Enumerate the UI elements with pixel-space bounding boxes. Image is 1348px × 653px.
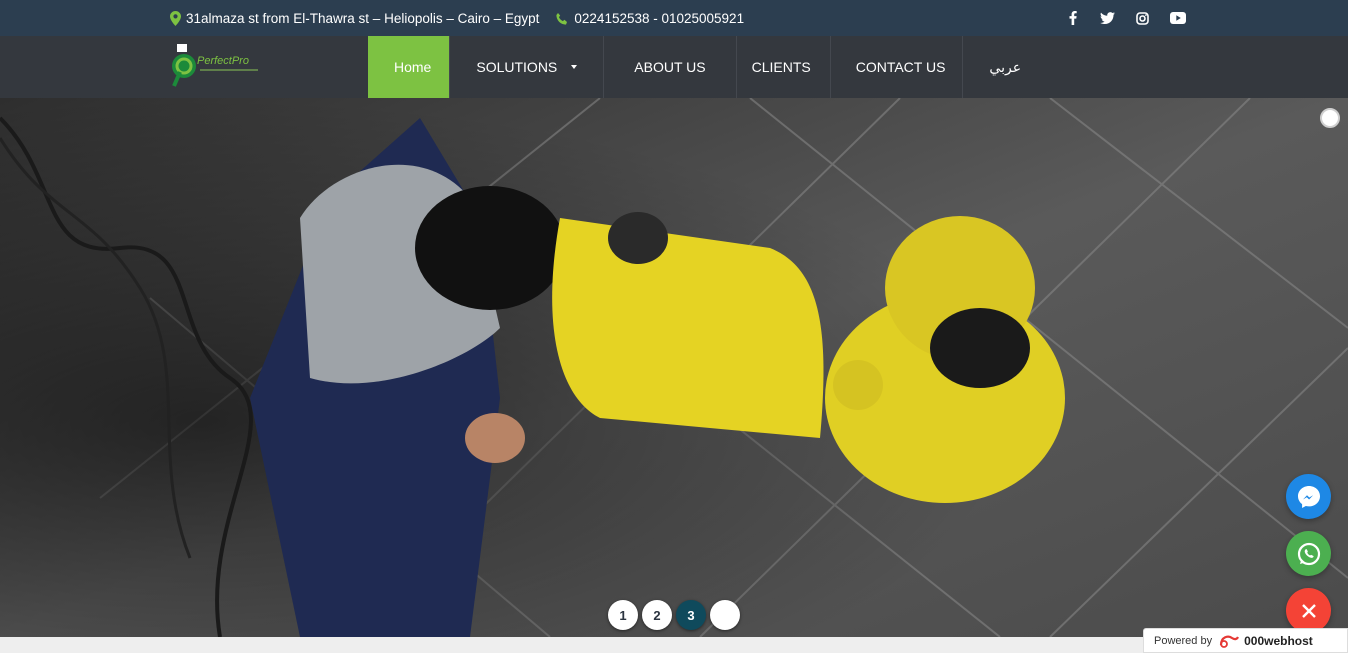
nav-home-label: Home	[394, 59, 432, 75]
nav-about-label: ABOUT US	[634, 59, 706, 75]
powered-by-label: Powered by	[1154, 634, 1213, 647]
main-navbar: PerfectPro Home SOLUTIONS ABOUT US CLIEN…	[0, 36, 1348, 98]
slide-dot-4[interactable]	[710, 600, 740, 630]
whatsapp-icon	[1297, 542, 1320, 565]
whatsapp-button[interactable]	[1286, 531, 1331, 576]
caret-down-icon	[571, 65, 578, 69]
nav-clients-label: CLIENTS	[751, 59, 811, 75]
slider-pagination: 1 2 3	[608, 600, 740, 630]
page-bottom-strip	[0, 637, 1143, 653]
svg-text:PerfectPro: PerfectPro	[197, 55, 249, 67]
nav-contact-us[interactable]: CONTACT US	[831, 36, 964, 98]
address-text: 31almaza st from El-Thawra st – Heliopol…	[186, 11, 540, 26]
floor-cleaning-photo	[0, 98, 1348, 637]
social-links	[1055, 10, 1195, 26]
close-icon	[1301, 603, 1316, 618]
slide-dot-1[interactable]: 1	[608, 600, 638, 630]
nav-arabic-label: عربي	[989, 58, 1022, 75]
address-item: 31almaza st from El-Thawra st – Heliopol…	[170, 11, 539, 26]
contact-info: 31almaza st from El-Thawra st – Heliopol…	[170, 11, 760, 26]
nav-solutions[interactable]: SOLUTIONS	[450, 36, 605, 98]
nav-arabic[interactable]: عربي	[963, 36, 1047, 98]
nav-about-us[interactable]: ABOUT US	[604, 36, 737, 98]
nav-clients[interactable]: CLIENTS	[737, 36, 831, 98]
phone-text: 0224152538 - 01025005921	[574, 11, 745, 26]
slider-timer-icon	[1320, 108, 1340, 128]
phone-icon	[556, 12, 568, 25]
messenger-button[interactable]	[1286, 474, 1331, 519]
instagram-icon[interactable]	[1125, 10, 1160, 26]
nav-home[interactable]: Home	[368, 36, 451, 98]
close-chat-button[interactable]	[1286, 588, 1331, 633]
powered-by-badge[interactable]: Powered by 000webhost	[1143, 628, 1348, 653]
main-menu: Home SOLUTIONS ABOUT US CLIENTS CONTACT …	[368, 36, 1047, 98]
facebook-icon[interactable]	[1055, 10, 1090, 26]
site-logo[interactable]: PerfectPro	[166, 42, 266, 88]
nav-contact-label: CONTACT US	[855, 59, 946, 75]
webhost-logo-icon	[1219, 635, 1240, 648]
twitter-icon[interactable]	[1090, 10, 1125, 26]
phone-item: 0224152538 - 01025005921	[555, 11, 744, 26]
slide-dot-3[interactable]: 3	[676, 600, 706, 630]
perfectpro-logo-icon: PerfectPro	[172, 44, 258, 87]
slide-dot-2[interactable]: 2	[642, 600, 672, 630]
messenger-icon	[1297, 485, 1320, 508]
youtube-icon[interactable]	[1160, 10, 1195, 26]
powered-by-brand: 000webhost	[1244, 633, 1313, 648]
top-bar: 31almaza st from El-Thawra st – Heliopol…	[0, 0, 1348, 36]
hero-slider[interactable]	[0, 98, 1348, 637]
nav-solutions-label: SOLUTIONS	[476, 59, 558, 75]
map-marker-icon	[170, 11, 181, 26]
